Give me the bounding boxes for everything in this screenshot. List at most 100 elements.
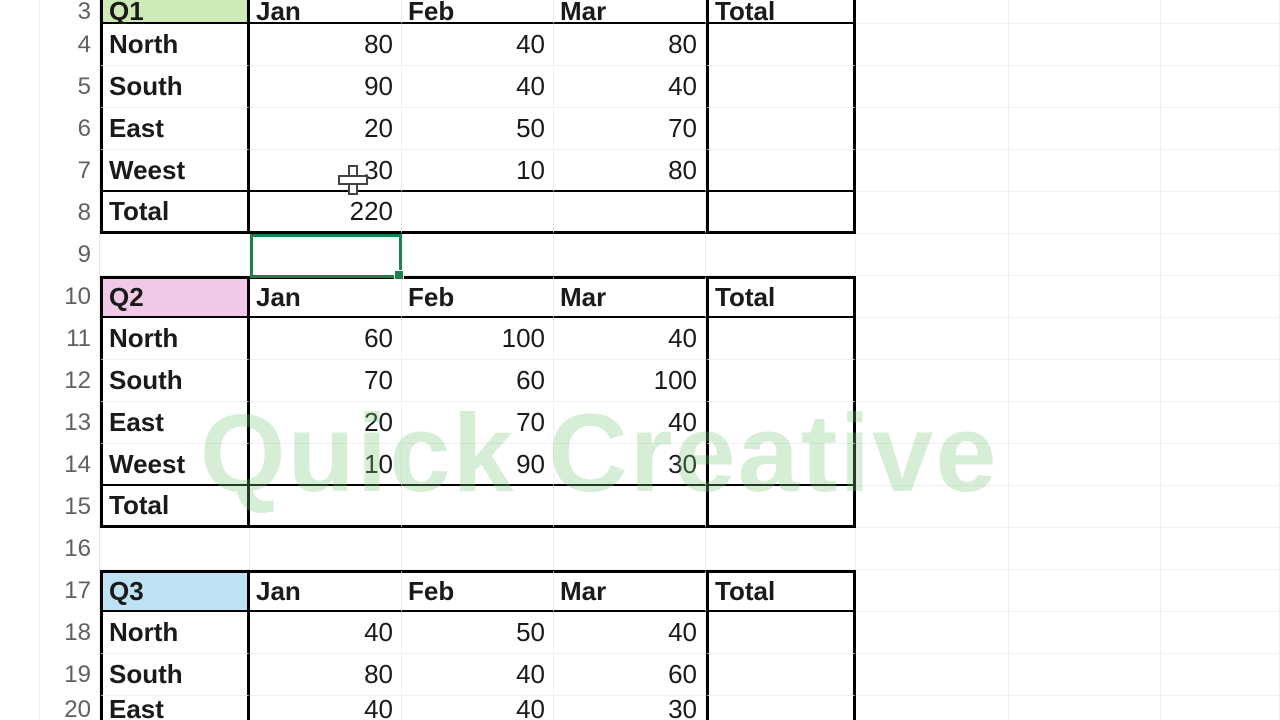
cell-E5[interactable] [706,66,856,108]
row-5[interactable]: 5 South 90 40 40 [0,66,1280,108]
row-number[interactable]: 14 [40,444,100,486]
cell-A16[interactable] [100,528,250,570]
cell-A8[interactable]: Total [100,192,250,234]
cell-E19[interactable] [706,654,856,696]
cell-E16[interactable] [706,528,856,570]
row-6[interactable]: 6 East 20 50 70 [0,108,1280,150]
cell-D5[interactable]: 40 [554,66,706,108]
cell-B3[interactable]: Jan [250,0,402,24]
cell-C9[interactable] [402,234,554,276]
row-11[interactable]: 11 North 60 100 40 [0,318,1280,360]
cell-E13[interactable] [706,402,856,444]
row-number[interactable]: 18 [40,612,100,654]
cell-B8[interactable]: 220 [250,192,402,234]
cell-B10[interactable]: Jan [250,276,402,318]
cell-E4[interactable] [706,24,856,66]
row-number[interactable]: 10 [40,276,100,318]
cell-D17[interactable]: Mar [554,570,706,612]
cell-D13[interactable]: 40 [554,402,706,444]
row-number[interactable]: 12 [40,360,100,402]
cell-D3[interactable]: Mar [554,0,706,24]
row-number[interactable]: 11 [40,318,100,360]
cell-C18[interactable]: 50 [402,612,554,654]
cell-D20[interactable]: 30 [554,696,706,720]
cell-B12[interactable]: 70 [250,360,402,402]
row-number[interactable]: 17 [40,570,100,612]
row-number[interactable]: 16 [40,528,100,570]
cell-B9[interactable] [250,234,402,276]
empty-cells[interactable] [856,0,1280,24]
cell-C6[interactable]: 50 [402,108,554,150]
row-19[interactable]: 19 South 80 40 60 [0,654,1280,696]
cell-D8[interactable] [554,192,706,234]
cell-E3[interactable]: Total [706,0,856,24]
row-number[interactable]: 19 [40,654,100,696]
cell-E14[interactable] [706,444,856,486]
row-number[interactable]: 13 [40,402,100,444]
cell-C15[interactable] [402,486,554,528]
cell-A15[interactable]: Total [100,486,250,528]
row-number[interactable]: 8 [40,192,100,234]
cell-B13[interactable]: 20 [250,402,402,444]
row-number[interactable]: 6 [40,108,100,150]
row-14[interactable]: 14 Weest 10 90 30 [0,444,1280,486]
cell-E9[interactable] [706,234,856,276]
cell-E20[interactable] [706,696,856,720]
cell-D7[interactable]: 80 [554,150,706,192]
cell-B11[interactable]: 60 [250,318,402,360]
row-8[interactable]: 8 Total 220 [0,192,1280,234]
row-3[interactable]: 3 Q1 Jan Feb Mar Total [0,0,1280,24]
cell-A13[interactable]: East [100,402,250,444]
cell-B17[interactable]: Jan [250,570,402,612]
cell-A4[interactable]: North [100,24,250,66]
cell-B18[interactable]: 40 [250,612,402,654]
spreadsheet-grid[interactable]: 3 Q1 Jan Feb Mar Total 4 North 80 40 80 … [0,0,1280,720]
cell-E6[interactable] [706,108,856,150]
cell-E8[interactable] [706,192,856,234]
cell-B19[interactable]: 80 [250,654,402,696]
row-13[interactable]: 13 East 20 70 40 [0,402,1280,444]
row-15[interactable]: 15 Total [0,486,1280,528]
cell-E12[interactable] [706,360,856,402]
cell-B7[interactable]: 30 [250,150,402,192]
cell-E15[interactable] [706,486,856,528]
row-4[interactable]: 4 North 80 40 80 [0,24,1280,66]
row-number[interactable]: 4 [40,24,100,66]
cell-B16[interactable] [250,528,402,570]
cell-D14[interactable]: 30 [554,444,706,486]
cell-A5[interactable]: South [100,66,250,108]
row-20[interactable]: 20 East 40 40 30 [0,696,1280,720]
cell-B6[interactable]: 20 [250,108,402,150]
cell-A7[interactable]: Weest [100,150,250,192]
cell-C10[interactable]: Feb [402,276,554,318]
cell-C7[interactable]: 10 [402,150,554,192]
row-number[interactable]: 15 [40,486,100,528]
cell-A17[interactable]: Q3 [100,570,250,612]
row-18[interactable]: 18 North 40 50 40 [0,612,1280,654]
cell-B14[interactable]: 10 [250,444,402,486]
row-16[interactable]: 16 [0,528,1280,570]
cell-D11[interactable]: 40 [554,318,706,360]
cell-C13[interactable]: 70 [402,402,554,444]
cell-C8[interactable] [402,192,554,234]
cell-D10[interactable]: Mar [554,276,706,318]
row-12[interactable]: 12 South 70 60 100 [0,360,1280,402]
cell-D19[interactable]: 60 [554,654,706,696]
cell-A12[interactable]: South [100,360,250,402]
cell-C17[interactable]: Feb [402,570,554,612]
cell-A3[interactable]: Q1 [100,0,250,24]
row-9[interactable]: 9 [0,234,1280,276]
cell-A14[interactable]: Weest [100,444,250,486]
cell-D12[interactable]: 100 [554,360,706,402]
row-number[interactable]: 3 [40,0,100,24]
cell-C12[interactable]: 60 [402,360,554,402]
cell-D9[interactable] [554,234,706,276]
cell-A9[interactable] [100,234,250,276]
cell-D6[interactable]: 70 [554,108,706,150]
cell-E18[interactable] [706,612,856,654]
cell-A10[interactable]: Q2 [100,276,250,318]
cell-E7[interactable] [706,150,856,192]
cell-C20[interactable]: 40 [402,696,554,720]
cell-D18[interactable]: 40 [554,612,706,654]
cell-C19[interactable]: 40 [402,654,554,696]
